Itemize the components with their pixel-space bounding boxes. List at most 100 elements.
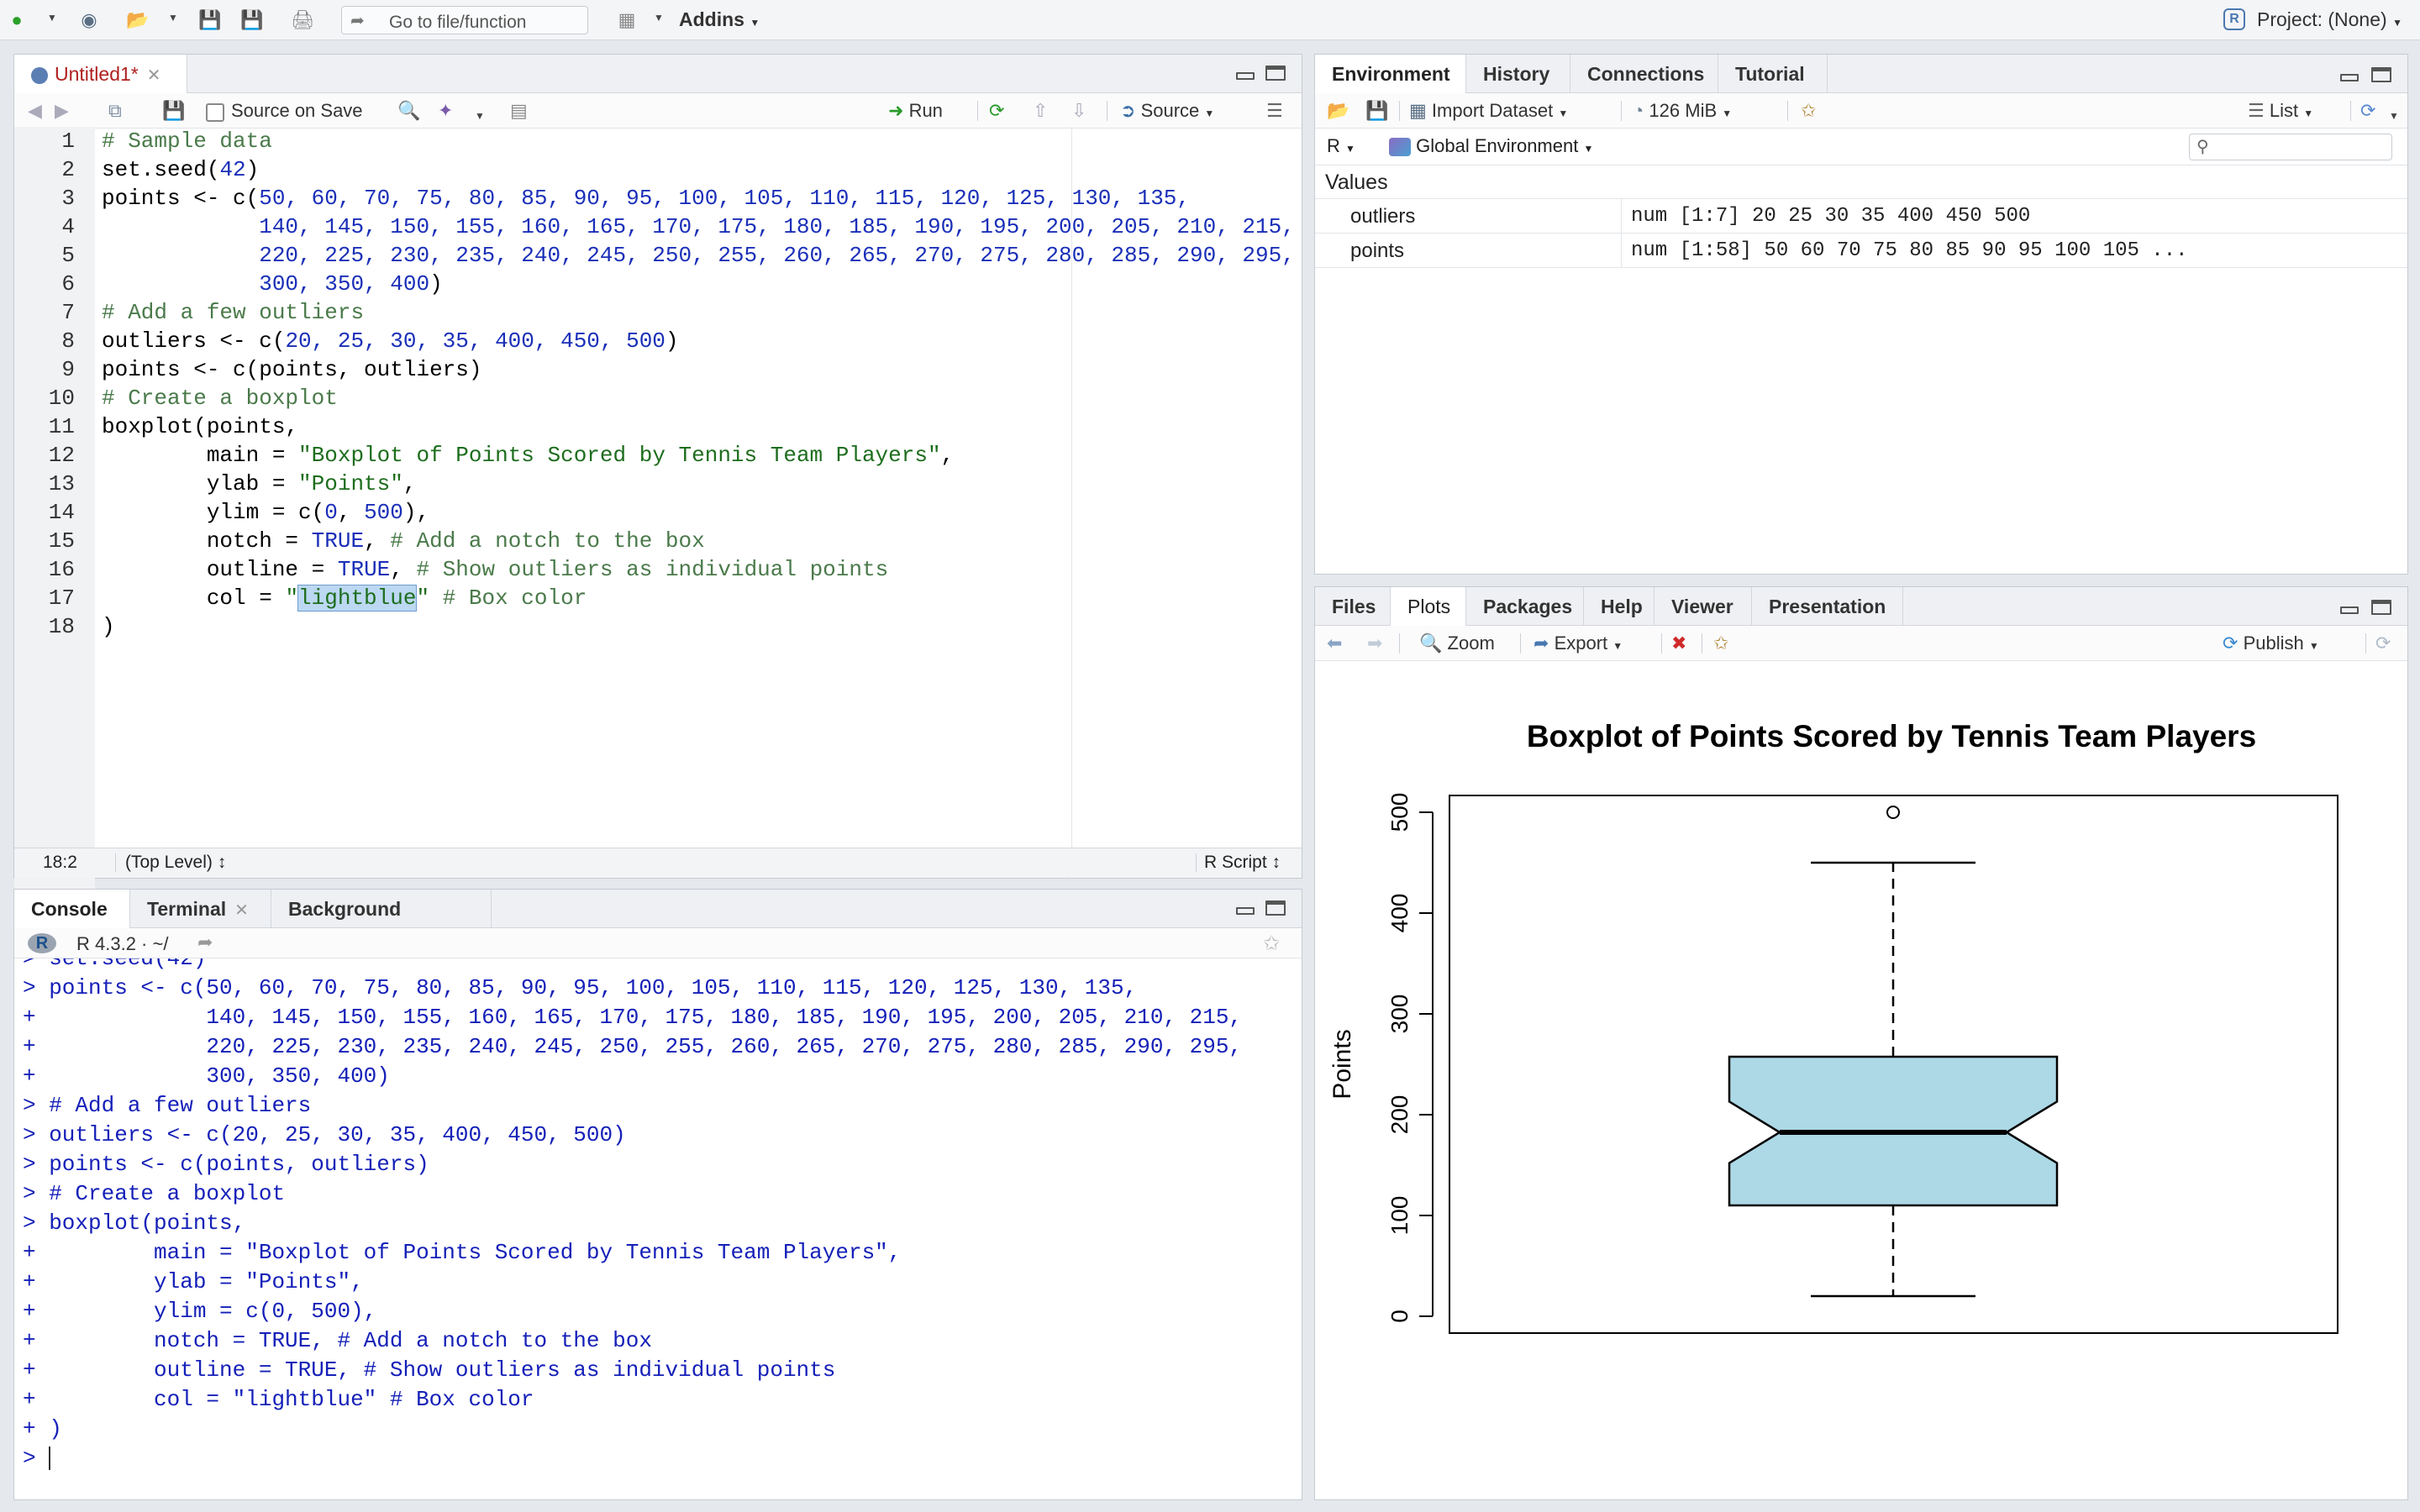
export-button[interactable]: ➦ Export ▼ <box>1534 633 1623 657</box>
import-dataset-button[interactable]: ▦ Import Dataset ▼ <box>1409 100 1568 124</box>
toolbar-separator <box>1621 101 1622 121</box>
tab-viewer[interactable]: Viewer <box>1655 587 1752 626</box>
chevron-down-icon[interactable]: ▼ <box>2389 110 2399 122</box>
down-arrow-icon[interactable]: ⇩ <box>1071 100 1086 122</box>
show-in-window-icon[interactable]: ⧉ <box>108 100 122 122</box>
scope-selector[interactable]: Global Environment ▼ <box>1389 135 1593 157</box>
minimize-icon[interactable] <box>1234 65 1256 81</box>
magic-wand-icon[interactable]: ✦ <box>438 100 453 122</box>
save-all-icon[interactable]: 💾 <box>240 8 264 32</box>
code-area[interactable]: # Sample data set.seed(42) points <- c(5… <box>14 127 1302 908</box>
tab-terminal[interactable]: Terminal ✕ <box>130 890 271 928</box>
source-button[interactable]: ➲ Source ▼ <box>1120 100 1214 124</box>
compile-report-icon[interactable]: ▤ <box>510 100 528 122</box>
chevron-down-icon[interactable]: ▼ <box>168 12 178 24</box>
tab-environment[interactable]: Environment <box>1315 55 1466 93</box>
refresh-icon[interactable]: ⟳ <box>2375 633 2391 654</box>
y-axis-label: Points <box>1328 1029 1356 1099</box>
toolbar-separator <box>1399 101 1400 121</box>
zoom-button[interactable]: 🔍 Zoom <box>1419 633 1495 654</box>
broom-icon[interactable]: ✩ <box>1713 633 1728 654</box>
console-line: + col = "lightblue" # Box color <box>23 1387 534 1412</box>
toolbar-separator <box>1399 633 1400 654</box>
memory-usage-button[interactable]: ◔ 126 MiB ▼ <box>1633 100 1732 124</box>
open-folder-icon[interactable]: 📂 <box>126 8 150 32</box>
forward-arrow-icon[interactable]: ➡ <box>1367 633 1382 654</box>
environment-search-input[interactable]: ⚲ <box>2189 134 2392 160</box>
tab-plots[interactable]: Plots <box>1391 587 1466 626</box>
tab-history[interactable]: History <box>1466 55 1570 93</box>
open-folder-icon[interactable]: 📂 <box>1327 100 1349 122</box>
language-selector[interactable]: R ▼ <box>1327 135 1355 157</box>
main-toolbar: ● ▼ ◉ 📂 ▼ 💾 💾 🖨 ➦ Go to file/function ▦ … <box>0 0 2420 40</box>
maximize-icon[interactable] <box>2370 599 2392 616</box>
tab-connections[interactable]: Connections <box>1570 55 1718 93</box>
broom-icon[interactable]: ✩ <box>1801 100 1816 122</box>
tab-console[interactable]: Console <box>14 890 130 928</box>
code-line: points <- c(points, outliers) <box>102 357 482 382</box>
code-token: col = <box>102 585 286 611</box>
publish-button[interactable]: ⟳ Publish ▼ <box>2223 633 2319 657</box>
save-icon[interactable]: 💾 <box>1365 100 1388 122</box>
grid-layout-icon[interactable]: ▦ <box>615 8 639 32</box>
up-arrow-icon[interactable]: ⇧ <box>1033 100 1048 122</box>
search-icon[interactable]: 🔍 <box>397 100 420 122</box>
run-button[interactable]: ➜ Run <box>888 100 943 122</box>
outline-icon[interactable]: ☰ <box>1266 100 1283 122</box>
new-file-icon[interactable]: ● <box>5 8 29 32</box>
console-line: > points <- c(points, outliers) <box>23 1152 429 1177</box>
file-type-selector[interactable]: R Script ↕ <box>1204 848 1281 877</box>
code-token: ) <box>429 271 443 297</box>
code-line: outliers <- c(20, 25, 30, 35, 400, 450, … <box>102 327 679 355</box>
chevron-down-icon[interactable]: ▼ <box>654 12 664 24</box>
project-label: Project: (None) <box>2257 8 2387 30</box>
list-view-button[interactable]: ☰ List ▼ <box>2248 100 2313 124</box>
environment-row[interactable]: outliers num [1:7] 20 25 30 35 400 450 5… <box>1315 199 2407 234</box>
source-on-save-checkbox[interactable] <box>206 103 224 122</box>
language-label: R <box>1327 135 1340 156</box>
go-to-dir-icon[interactable]: ➦ <box>197 932 213 953</box>
code-token: "Points" <box>298 471 403 496</box>
print-icon[interactable]: 🖨 <box>291 8 314 32</box>
chevron-down-icon[interactable]: ▼ <box>475 110 485 122</box>
refresh-icon[interactable]: ⟳ <box>2360 100 2375 122</box>
tab-tutorial[interactable]: Tutorial <box>1718 55 1828 93</box>
console-line: > outliers <- c(20, 25, 30, 35, 400, 450… <box>23 1122 626 1147</box>
chevron-down-icon[interactable]: ▼ <box>47 12 57 24</box>
tab-help[interactable]: Help <box>1584 587 1655 626</box>
scope-selector[interactable]: (Top Level) ↕ <box>125 848 226 877</box>
environment-tabbar: Environment History Connections Tutorial <box>1315 55 2407 93</box>
broom-icon[interactable]: ✩ <box>1263 932 1280 956</box>
y-tick-label: 100 <box>1386 1196 1413 1236</box>
close-icon[interactable]: ✕ <box>234 901 249 920</box>
table-icon: ▦ <box>1409 100 1427 121</box>
remove-plot-icon[interactable]: ✖ <box>1671 633 1686 654</box>
back-arrow-icon[interactable]: ⬅ <box>1327 633 1342 654</box>
close-icon[interactable]: ✕ <box>147 66 161 85</box>
maximize-icon[interactable] <box>1265 900 1286 916</box>
environment-row[interactable]: points num [1:58] 50 60 70 75 80 85 90 9… <box>1315 234 2407 268</box>
tab-files[interactable]: Files <box>1315 587 1391 626</box>
maximize-icon[interactable] <box>2370 66 2392 83</box>
minimize-icon[interactable] <box>2338 66 2360 83</box>
minimize-icon[interactable] <box>2338 599 2360 616</box>
save-icon[interactable]: 💾 <box>162 100 185 122</box>
go-to-file-input[interactable]: ➦ Go to file/function <box>341 6 588 34</box>
project-menu[interactable]: Project: (None) ▼ <box>2257 8 2402 31</box>
minimize-icon[interactable] <box>1234 900 1256 916</box>
save-icon[interactable]: 💾 <box>198 8 222 32</box>
toolbar-separator <box>1661 633 1662 654</box>
new-project-icon[interactable]: ◉ <box>77 8 101 32</box>
tab-untitled1[interactable]: Untitled1* ✕ <box>14 55 187 93</box>
tab-background-jobs[interactable]: Background Jobs✕ <box>271 890 492 958</box>
rerun-icon[interactable]: ⟳ <box>989 100 1004 122</box>
tab-presentation[interactable]: Presentation <box>1752 587 1903 626</box>
forward-arrow-icon[interactable]: ▶ <box>55 100 69 122</box>
addins-menu[interactable]: Addins ▼ <box>679 8 760 31</box>
back-arrow-icon[interactable]: ◀ <box>28 100 42 122</box>
maximize-icon[interactable] <box>1265 65 1286 81</box>
tab-packages[interactable]: Packages <box>1466 587 1584 626</box>
code-token: , <box>390 557 417 582</box>
go-to-placeholder: Go to file/function <box>389 13 527 32</box>
console-output[interactable]: > set.seed(42) > points <- c(50, 60, 70,… <box>14 958 1302 1499</box>
